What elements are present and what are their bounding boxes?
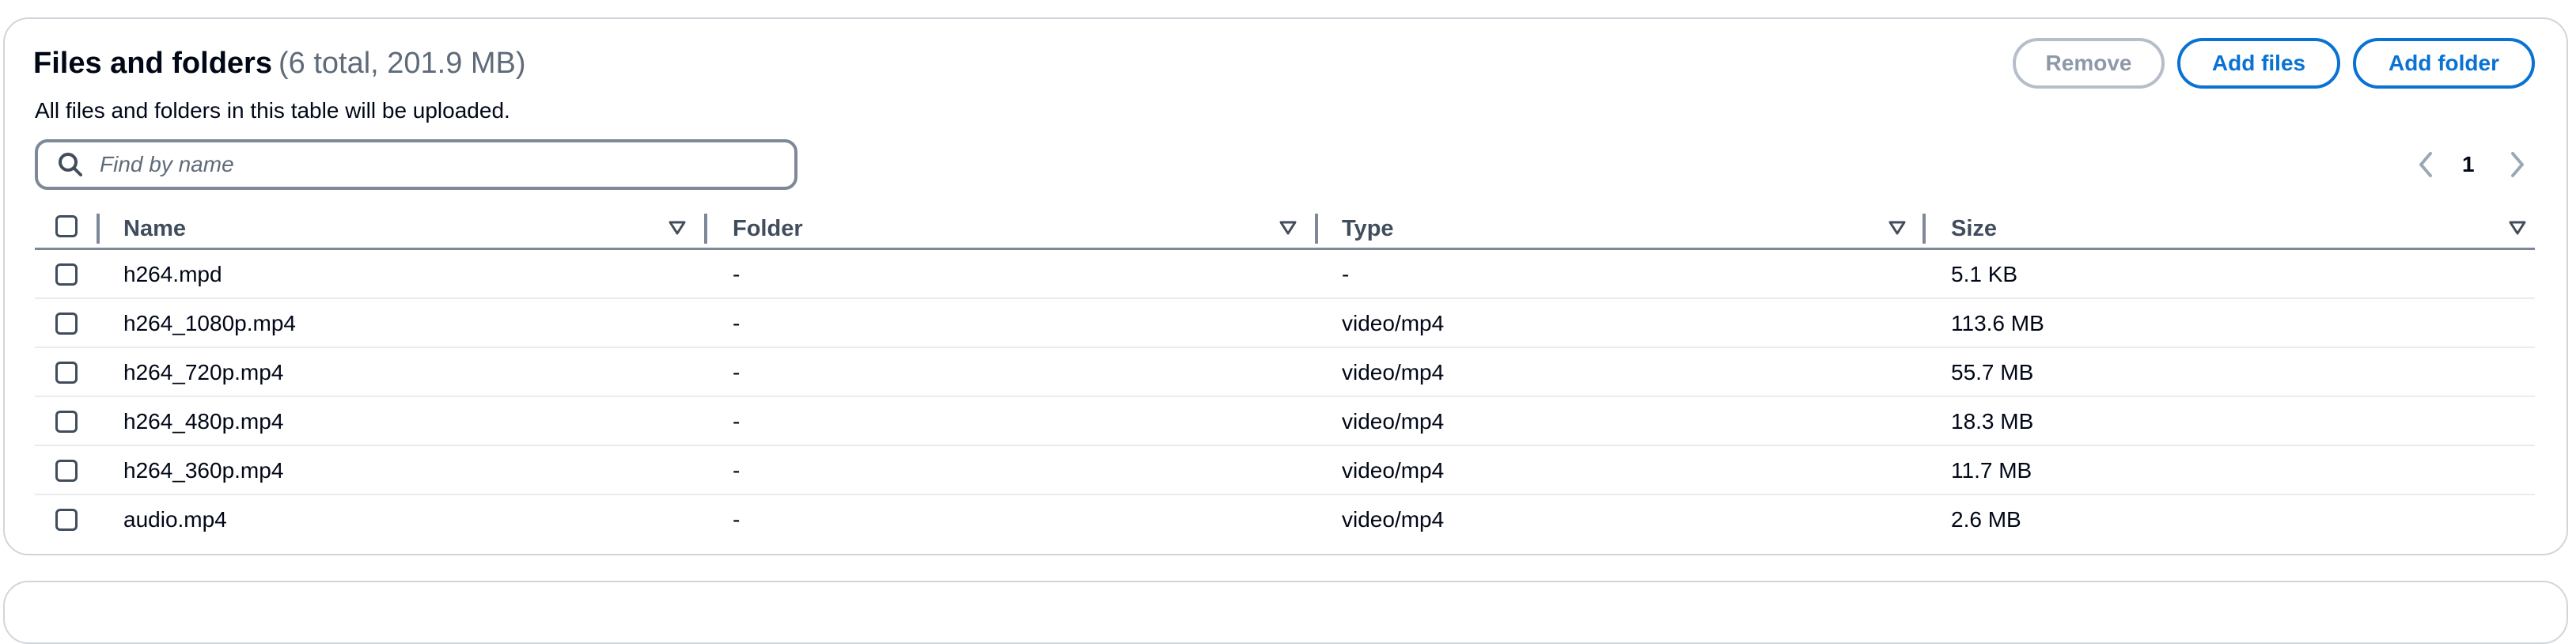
- row-checkbox[interactable]: [55, 313, 78, 335]
- sort-caret-down-icon[interactable]: [1279, 218, 1297, 237]
- column-header-type[interactable]: Type: [1342, 207, 1394, 250]
- chevron-right-icon: [2511, 152, 2524, 177]
- cell-folder: -: [733, 507, 741, 532]
- search-icon: [59, 153, 82, 176]
- cell-folder: -: [733, 458, 741, 483]
- table-header: Name Folder Type Size: [35, 207, 2535, 250]
- files-table: Name Folder Type Size h264.mpd - - 5.1 K…: [35, 207, 2535, 544]
- add-files-button[interactable]: Add files: [2177, 38, 2340, 89]
- table-row[interactable]: h264_720p.mp4 - video/mp4 55.7 MB: [35, 348, 2535, 397]
- column-header-name[interactable]: Name: [123, 207, 186, 250]
- cell-type: video/mp4: [1342, 458, 1445, 483]
- cell-folder: -: [733, 311, 741, 335]
- column-resizer[interactable]: [1315, 214, 1318, 244]
- cell-size: 5.1 KB: [1951, 262, 2018, 286]
- panel-description: All files and folders in this table will…: [35, 98, 510, 123]
- row-checkbox[interactable]: [55, 411, 78, 433]
- row-checkbox[interactable]: [55, 263, 78, 286]
- cell-folder: -: [733, 262, 741, 286]
- previous-page-button[interactable]: [2416, 147, 2435, 182]
- cell-type: -: [1342, 262, 1350, 286]
- cell-size: 18.3 MB: [1951, 409, 2034, 434]
- row-checkbox[interactable]: [55, 460, 78, 482]
- cell-size: 113.6 MB: [1951, 311, 2044, 335]
- panel-count: (6 total, 201.9 MB): [278, 47, 526, 80]
- next-panel: [3, 581, 2568, 644]
- cell-size: 2.6 MB: [1951, 507, 2021, 532]
- panel-header: Files and folders (6 total, 201.9 MB): [33, 43, 526, 84]
- current-page-number[interactable]: 1: [2462, 147, 2475, 182]
- cell-name: audio.mp4: [123, 507, 227, 532]
- sort-caret-down-icon[interactable]: [2508, 218, 2527, 237]
- table-row[interactable]: h264_1080p.mp4 - video/mp4 113.6 MB: [35, 299, 2535, 348]
- column-divider: [97, 214, 100, 244]
- column-header-folder[interactable]: Folder: [733, 207, 803, 250]
- cell-type: video/mp4: [1342, 507, 1445, 532]
- cell-name: h264_360p.mp4: [123, 458, 284, 483]
- next-page-button[interactable]: [2508, 147, 2527, 182]
- search-input[interactable]: [98, 151, 778, 178]
- select-all-checkbox[interactable]: [55, 215, 78, 237]
- cell-name: h264_480p.mp4: [123, 409, 284, 434]
- table-row[interactable]: h264.mpd - - 5.1 KB: [35, 250, 2535, 299]
- remove-button[interactable]: Remove: [2013, 38, 2165, 89]
- table-row[interactable]: h264_480p.mp4 - video/mp4 18.3 MB: [35, 397, 2535, 446]
- column-header-size[interactable]: Size: [1951, 207, 1997, 250]
- table-row[interactable]: audio.mp4 - video/mp4 2.6 MB: [35, 495, 2535, 544]
- cell-name: h264_720p.mp4: [123, 360, 284, 385]
- cell-size: 55.7 MB: [1951, 360, 2034, 385]
- sort-caret-down-icon[interactable]: [668, 218, 687, 237]
- cell-name: h264.mpd: [123, 262, 222, 286]
- column-resizer[interactable]: [704, 214, 707, 244]
- column-resizer[interactable]: [1923, 214, 1926, 244]
- chevron-left-icon: [2419, 152, 2432, 177]
- row-checkbox[interactable]: [55, 362, 78, 384]
- cell-type: video/mp4: [1342, 360, 1445, 385]
- table-body: h264.mpd - - 5.1 KB h264_1080p.mp4 - vid…: [35, 250, 2535, 544]
- cell-size: 11.7 MB: [1951, 458, 2032, 483]
- add-folder-button[interactable]: Add folder: [2353, 38, 2535, 89]
- cell-type: video/mp4: [1342, 409, 1445, 434]
- cell-name: h264_1080p.mp4: [123, 311, 296, 335]
- search-field[interactable]: [35, 139, 797, 190]
- cell-type: video/mp4: [1342, 311, 1445, 335]
- cell-folder: -: [733, 360, 741, 385]
- row-checkbox[interactable]: [55, 509, 78, 531]
- panel-title: Files and folders: [33, 47, 272, 80]
- table-row[interactable]: h264_360p.mp4 - video/mp4 11.7 MB: [35, 446, 2535, 495]
- cell-folder: -: [733, 409, 741, 434]
- sort-caret-down-icon[interactable]: [1888, 218, 1907, 237]
